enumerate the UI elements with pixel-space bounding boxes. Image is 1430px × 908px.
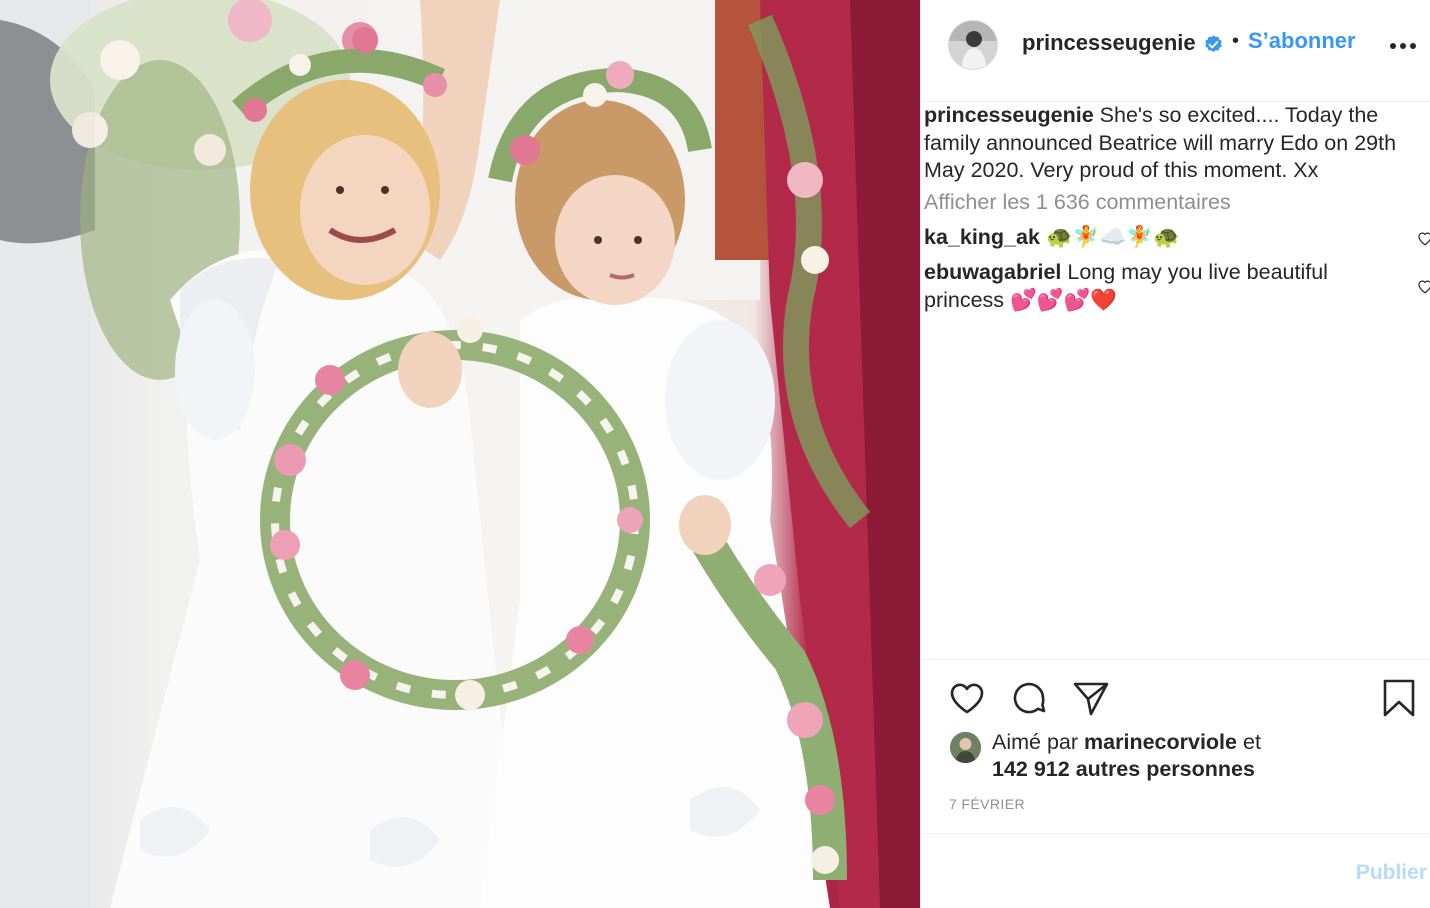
comment-like-icon[interactable] — [1416, 277, 1430, 295]
liker-username[interactable]: marinecorviole — [1084, 730, 1237, 754]
publish-button[interactable]: Publier — [1356, 861, 1427, 885]
post-date[interactable]: 7 FÉVRIER — [949, 796, 1025, 812]
share-icon[interactable] — [1071, 678, 1111, 718]
header-separator: • — [1232, 30, 1240, 52]
author-username[interactable]: princesseugenie — [1022, 30, 1196, 56]
photo-illustration — [0, 0, 920, 908]
post-side-panel: princesseugenie • S’abonner princesseuge… — [920, 0, 1430, 908]
comment-text: 🐢🧚☁️🧚🐢 — [1045, 225, 1180, 249]
caption-username[interactable]: princesseugenie — [924, 103, 1094, 127]
comment-composer[interactable]: Publier — [921, 833, 1430, 908]
comment-username[interactable]: ka_king_ak — [924, 225, 1040, 249]
comment-username[interactable]: ebuwagabriel — [924, 260, 1061, 284]
bookmark-icon[interactable] — [1379, 678, 1419, 718]
more-options-icon[interactable] — [1388, 38, 1418, 54]
comment-icon[interactable] — [1009, 678, 1049, 718]
comment-item: ka_king_ak 🐢🧚☁️🧚🐢 — [924, 224, 1394, 252]
post-header: princesseugenie • S’abonner — [921, 0, 1430, 102]
post-actions-section: Aimé par marinecorviole et 142 912 autre… — [921, 659, 1430, 833]
likes-conjunction: et — [1242, 730, 1261, 754]
comment-like-icon[interactable] — [1416, 229, 1430, 247]
likes-prefix: Aimé par — [992, 730, 1079, 754]
likes-summary: Aimé par marinecorviole et — [992, 730, 1261, 755]
like-heart-icon[interactable] — [947, 678, 987, 718]
comment-item: ebuwagabriel Long may you live beautiful… — [924, 259, 1394, 314]
likes-others-count[interactable]: 142 912 autres personnes — [992, 757, 1255, 782]
verified-badge-icon — [1205, 35, 1222, 52]
view-all-comments-link[interactable]: Afficher les 1 636 commentaires — [924, 190, 1231, 215]
author-avatar[interactable] — [948, 20, 998, 70]
post-photo[interactable] — [0, 0, 920, 908]
follow-button[interactable]: S’abonner — [1248, 28, 1356, 54]
liker-avatar[interactable] — [950, 732, 981, 763]
post-caption: princesseugenie She's so excited.... Tod… — [924, 102, 1429, 185]
